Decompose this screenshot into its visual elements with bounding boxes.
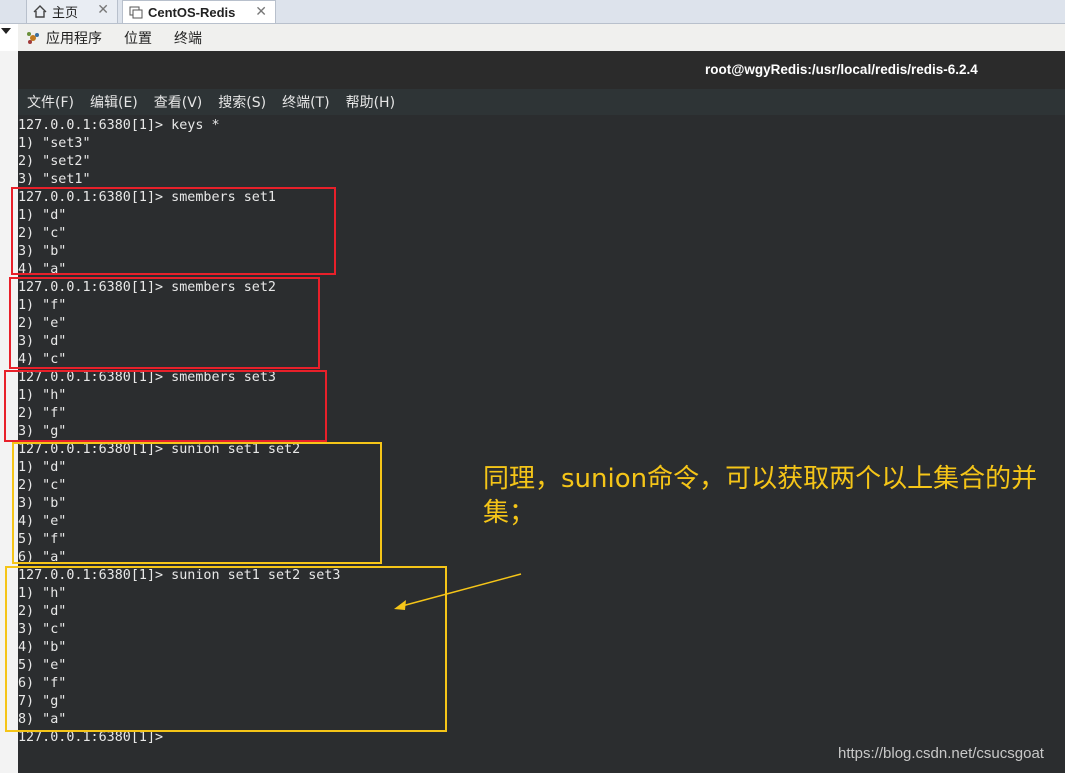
watermark: https://blog.csdn.net/csucsgoat: [838, 745, 1044, 762]
arrow-icon: [394, 573, 522, 610]
